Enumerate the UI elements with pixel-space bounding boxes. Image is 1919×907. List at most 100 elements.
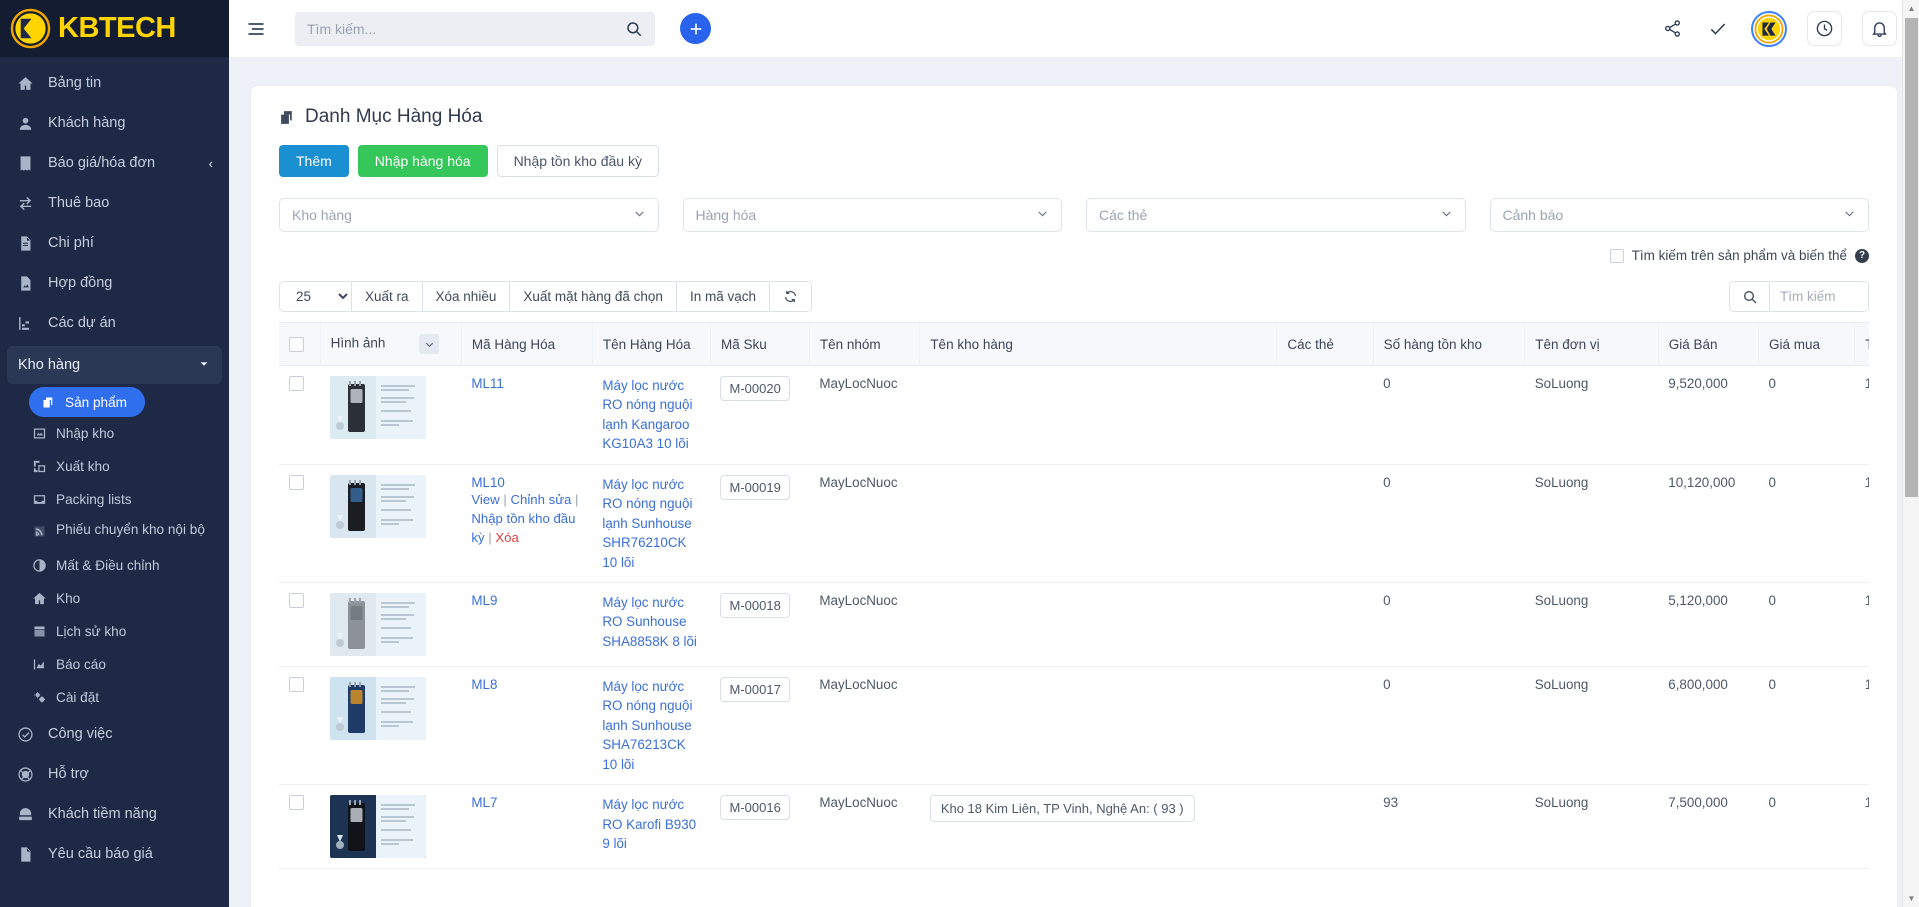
product-name-link[interactable]: Máy lọc nước RO nóng nguội lạnh Sunhouse… bbox=[602, 679, 692, 772]
column-sku[interactable]: Mã Sku bbox=[710, 323, 809, 366]
product-thumbnail[interactable] bbox=[330, 677, 426, 740]
sidebar-item-cac-du-an[interactable]: Các dự án bbox=[0, 303, 229, 343]
column-product-name[interactable]: Tên Hàng Hóa bbox=[592, 323, 710, 366]
column-unit-name[interactable]: Tên đơn vị bbox=[1525, 323, 1659, 366]
table-row[interactable]: ML8 Máy lọc nước RO nóng nguội lạnh Sunh… bbox=[279, 666, 1869, 784]
product-code-link[interactable]: ML11 bbox=[471, 376, 504, 391]
print-barcode-button[interactable]: In mã vạch bbox=[677, 282, 770, 311]
sidebar-item-yeu-cau-bao-gia[interactable]: Yêu cầu báo giá bbox=[0, 834, 229, 874]
bell-icon[interactable] bbox=[1862, 11, 1897, 46]
product-name-link[interactable]: Máy lọc nước RO Sunhouse SHA8858K 8 lõi bbox=[602, 595, 697, 649]
product-name-link[interactable]: Máy lọc nước RO Karofi B930 9 lõi bbox=[602, 797, 696, 851]
page-size-select[interactable]: 2550100 bbox=[280, 282, 352, 311]
column-stock-qty[interactable]: Số hàng tồn kho bbox=[1373, 323, 1525, 366]
product-code-link[interactable]: ML8 bbox=[471, 677, 497, 692]
row-delete-link[interactable]: Xóa bbox=[495, 530, 518, 545]
sidebar-item-bang-tin[interactable]: Bảng tin bbox=[0, 63, 229, 103]
table-row[interactable]: ML11 Máy lọc nước RO nóng nguội lạnh Kan… bbox=[279, 366, 1869, 465]
product-name-link[interactable]: Máy lọc nước RO nóng nguội lạnh Sunhouse… bbox=[602, 477, 692, 570]
table-search-input[interactable] bbox=[1770, 282, 1868, 311]
table-scroll-container[interactable]: Hình ảnh Mã Hàng Hóa Tên Hàng Hóa Mã Sku… bbox=[279, 322, 1869, 869]
search-icon[interactable] bbox=[1730, 282, 1770, 311]
filter-warehouse[interactable]: Kho hàng bbox=[279, 198, 659, 232]
sidebar-item-chi-phi[interactable]: Chi phí bbox=[0, 223, 229, 263]
sidebar-item-hop-dong[interactable]: Hợp đồng bbox=[0, 263, 229, 303]
product-code-link[interactable]: ML7 bbox=[471, 795, 497, 810]
global-search[interactable] bbox=[295, 12, 655, 46]
sidebar-item-xuat-kho[interactable]: Xuất kho bbox=[22, 450, 229, 483]
question-icon[interactable]: ? bbox=[1855, 249, 1869, 263]
select-all-checkbox[interactable] bbox=[289, 337, 304, 352]
sidebar-item-khach-hang[interactable]: Khách hàng bbox=[0, 103, 229, 143]
product-thumbnail[interactable] bbox=[330, 376, 426, 439]
product-code-link[interactable]: ML10 bbox=[471, 475, 505, 490]
chevron-down-icon[interactable] bbox=[419, 334, 439, 354]
table-row[interactable]: ML7 Máy lọc nước RO Karofi B930 9 lõi M-… bbox=[279, 785, 1869, 869]
row-checkbox[interactable] bbox=[289, 795, 304, 810]
import-opening-stock-button[interactable]: Nhập tồn kho đầu kỳ bbox=[497, 145, 659, 177]
row-checkbox[interactable] bbox=[289, 376, 304, 391]
table-row[interactable]: ML10 View | Chỉnh sửa | Nhập tồn kho đầu… bbox=[279, 464, 1869, 582]
table-row[interactable]: ML9 Máy lọc nước RO Sunhouse SHA8858K 8 … bbox=[279, 582, 1869, 666]
filter-alerts[interactable]: Cảnh báo bbox=[1490, 198, 1870, 232]
product-thumbnail[interactable] bbox=[330, 795, 426, 858]
sidebar-item-mat-dieu-chinh[interactable]: Mất & Điều chỉnh bbox=[22, 549, 229, 582]
column-buy-price[interactable]: Giá mua bbox=[1758, 323, 1854, 366]
refresh-icon[interactable] bbox=[770, 282, 811, 311]
row-checkbox[interactable] bbox=[289, 677, 304, 692]
check-icon[interactable] bbox=[1705, 16, 1731, 42]
column-sale-price[interactable]: Giá Bán bbox=[1658, 323, 1758, 366]
column-tags[interactable]: Các thẻ bbox=[1277, 323, 1373, 366]
page-scrollbar[interactable]: ▲ ▼ bbox=[1902, 0, 1919, 907]
row-edit-link[interactable]: Chỉnh sửa bbox=[510, 492, 571, 507]
scrollbar-thumb[interactable] bbox=[1905, 18, 1918, 497]
sidebar-item-ho-tro[interactable]: Hỗ trợ bbox=[0, 754, 229, 794]
column-image[interactable]: Hình ảnh bbox=[320, 323, 461, 366]
sidebar-item-packing-lists[interactable]: Packing lists bbox=[22, 483, 229, 516]
sidebar-group-kho-hang[interactable]: Kho hàng bbox=[7, 346, 222, 384]
product-name-link[interactable]: Máy lọc nước RO nóng nguội lạnh Kangaroo… bbox=[602, 378, 692, 451]
row-import-stock-link[interactable]: Nhập tồn kho đầu kỳ bbox=[471, 511, 575, 545]
sidebar-item-kho[interactable]: Kho bbox=[22, 582, 229, 615]
export-selected-button[interactable]: Xuất mặt hàng đã chọn bbox=[510, 282, 677, 311]
import-goods-button[interactable]: Nhập hàng hóa bbox=[358, 145, 488, 177]
column-warehouse-name[interactable]: Tên kho hàng bbox=[920, 323, 1277, 366]
filter-goods[interactable]: Hàng hóa bbox=[683, 198, 1063, 232]
row-checkbox[interactable] bbox=[289, 475, 304, 490]
sidebar-item-cong-viec[interactable]: Công việc bbox=[0, 714, 229, 754]
search-icon[interactable] bbox=[625, 20, 643, 38]
avatar[interactable] bbox=[1751, 11, 1787, 47]
filter-tags[interactable]: Các thẻ bbox=[1086, 198, 1466, 232]
sidebar-item-khach-tiem-nang[interactable]: Khách tiềm năng bbox=[0, 794, 229, 834]
product-code-link[interactable]: ML9 bbox=[471, 593, 497, 608]
sidebar-item-bao-gia-hoa-don[interactable]: Báo giá/hóa đơn ‹ bbox=[0, 143, 229, 183]
product-thumbnail[interactable] bbox=[330, 593, 426, 656]
plus-icon[interactable] bbox=[680, 13, 711, 44]
search-input[interactable] bbox=[307, 21, 625, 37]
row-warehouse-cell: Kho 18 Kim Liên, TP Vinh, Nghệ An: ( 93 … bbox=[920, 785, 1277, 869]
sidebar-item-thue-bao[interactable]: Thuê bao bbox=[0, 183, 229, 223]
share-icon[interactable] bbox=[1659, 16, 1685, 42]
variant-search-checkbox[interactable] bbox=[1610, 249, 1624, 263]
sidebar-item-lich-su-kho[interactable]: Lịch sử kho bbox=[22, 615, 229, 648]
sidebar-item-bao-cao[interactable]: Báo cáo bbox=[22, 648, 229, 681]
delete-many-button[interactable]: Xóa nhiều bbox=[423, 282, 511, 311]
chevron-left-icon[interactable]: ‹ bbox=[209, 156, 213, 171]
scroll-down-arrow[interactable]: ▼ bbox=[1903, 890, 1919, 907]
column-tax1[interactable]: Thuế 1 bbox=[1855, 323, 1869, 366]
row-checkbox[interactable] bbox=[289, 593, 304, 608]
sidebar-item-phieu-chuyen-kho-noi-bo[interactable]: Phiếu chuyển kho nội bộ bbox=[22, 516, 229, 549]
column-product-code[interactable]: Mã Hàng Hóa bbox=[461, 323, 592, 366]
sidebar-item-cai-dat[interactable]: Cài đặt bbox=[22, 681, 229, 714]
add-button[interactable]: Thêm bbox=[279, 145, 349, 177]
clock-icon[interactable] bbox=[1807, 11, 1842, 46]
sidebar-item-nhap-kho[interactable]: Nhập kho bbox=[22, 417, 229, 450]
scroll-up-arrow[interactable]: ▲ bbox=[1903, 0, 1919, 17]
brand-logo-area[interactable]: KBTECH bbox=[0, 0, 229, 57]
sidebar-item-san-pham[interactable]: Sản phẩm bbox=[29, 387, 145, 417]
product-thumbnail[interactable] bbox=[330, 475, 426, 538]
export-button[interactable]: Xuất ra bbox=[352, 282, 423, 311]
hamburger-icon[interactable] bbox=[243, 16, 269, 42]
column-group-name[interactable]: Tên nhóm bbox=[809, 323, 919, 366]
row-view-link[interactable]: View bbox=[471, 492, 499, 507]
